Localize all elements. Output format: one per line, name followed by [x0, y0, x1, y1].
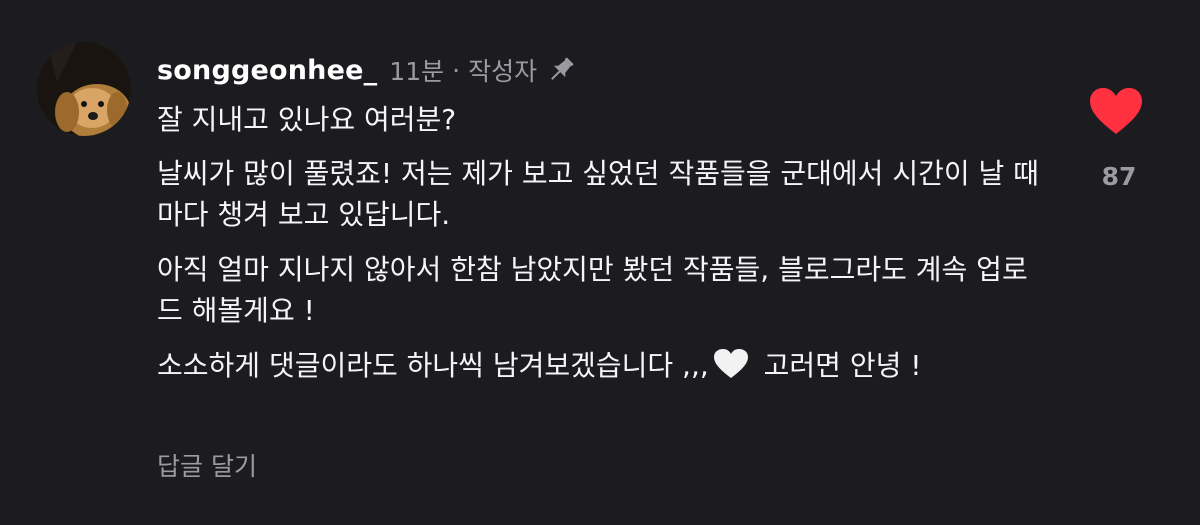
white-heart-emoji-icon	[713, 348, 749, 380]
like-button[interactable]	[1088, 86, 1144, 136]
username-link[interactable]: songgeonhee_	[157, 55, 377, 86]
dog-avatar-image	[37, 42, 131, 136]
comment-line: 날씨가 많이 풀렸죠! 저는 제가 보고 싶었던 작품들을 군대에서 시간이 날…	[157, 157, 1039, 231]
reply-button[interactable]: 답글 달기	[157, 447, 257, 483]
comment-text: 고러면 안녕 !	[754, 349, 922, 382]
comment-line: 소소하게 댓글이라도 하나씩 남겨보겠습니다 ,,, 고러면 안녕 !	[157, 345, 1047, 386]
comment-line: 아직 얼마 지나지 않아서 한참 남았지만 봤던 작품들, 블로그라도 계속 업…	[157, 253, 1028, 327]
author-badge: 작성자	[468, 57, 538, 86]
separator-dot: ·	[452, 55, 461, 85]
avatar[interactable]	[37, 42, 131, 136]
comment-text: 소소하게 댓글이라도 하나씩 남겨보겠습니다 ,,,	[157, 349, 709, 382]
timestamp: 11분	[389, 57, 445, 86]
comment-header: songgeonhee_ 11분 · 작성자	[157, 50, 577, 90]
heart-icon	[1090, 88, 1142, 134]
comment-line: 잘 지내고 있나요 여러분?	[157, 103, 457, 136]
comment-body: 잘 지내고 있나요 여러분? 날씨가 많이 풀렸죠! 저는 제가 보고 싶었던 …	[157, 99, 1047, 400]
pin-icon	[545, 54, 577, 86]
like-count: 87	[1101, 162, 1137, 191]
